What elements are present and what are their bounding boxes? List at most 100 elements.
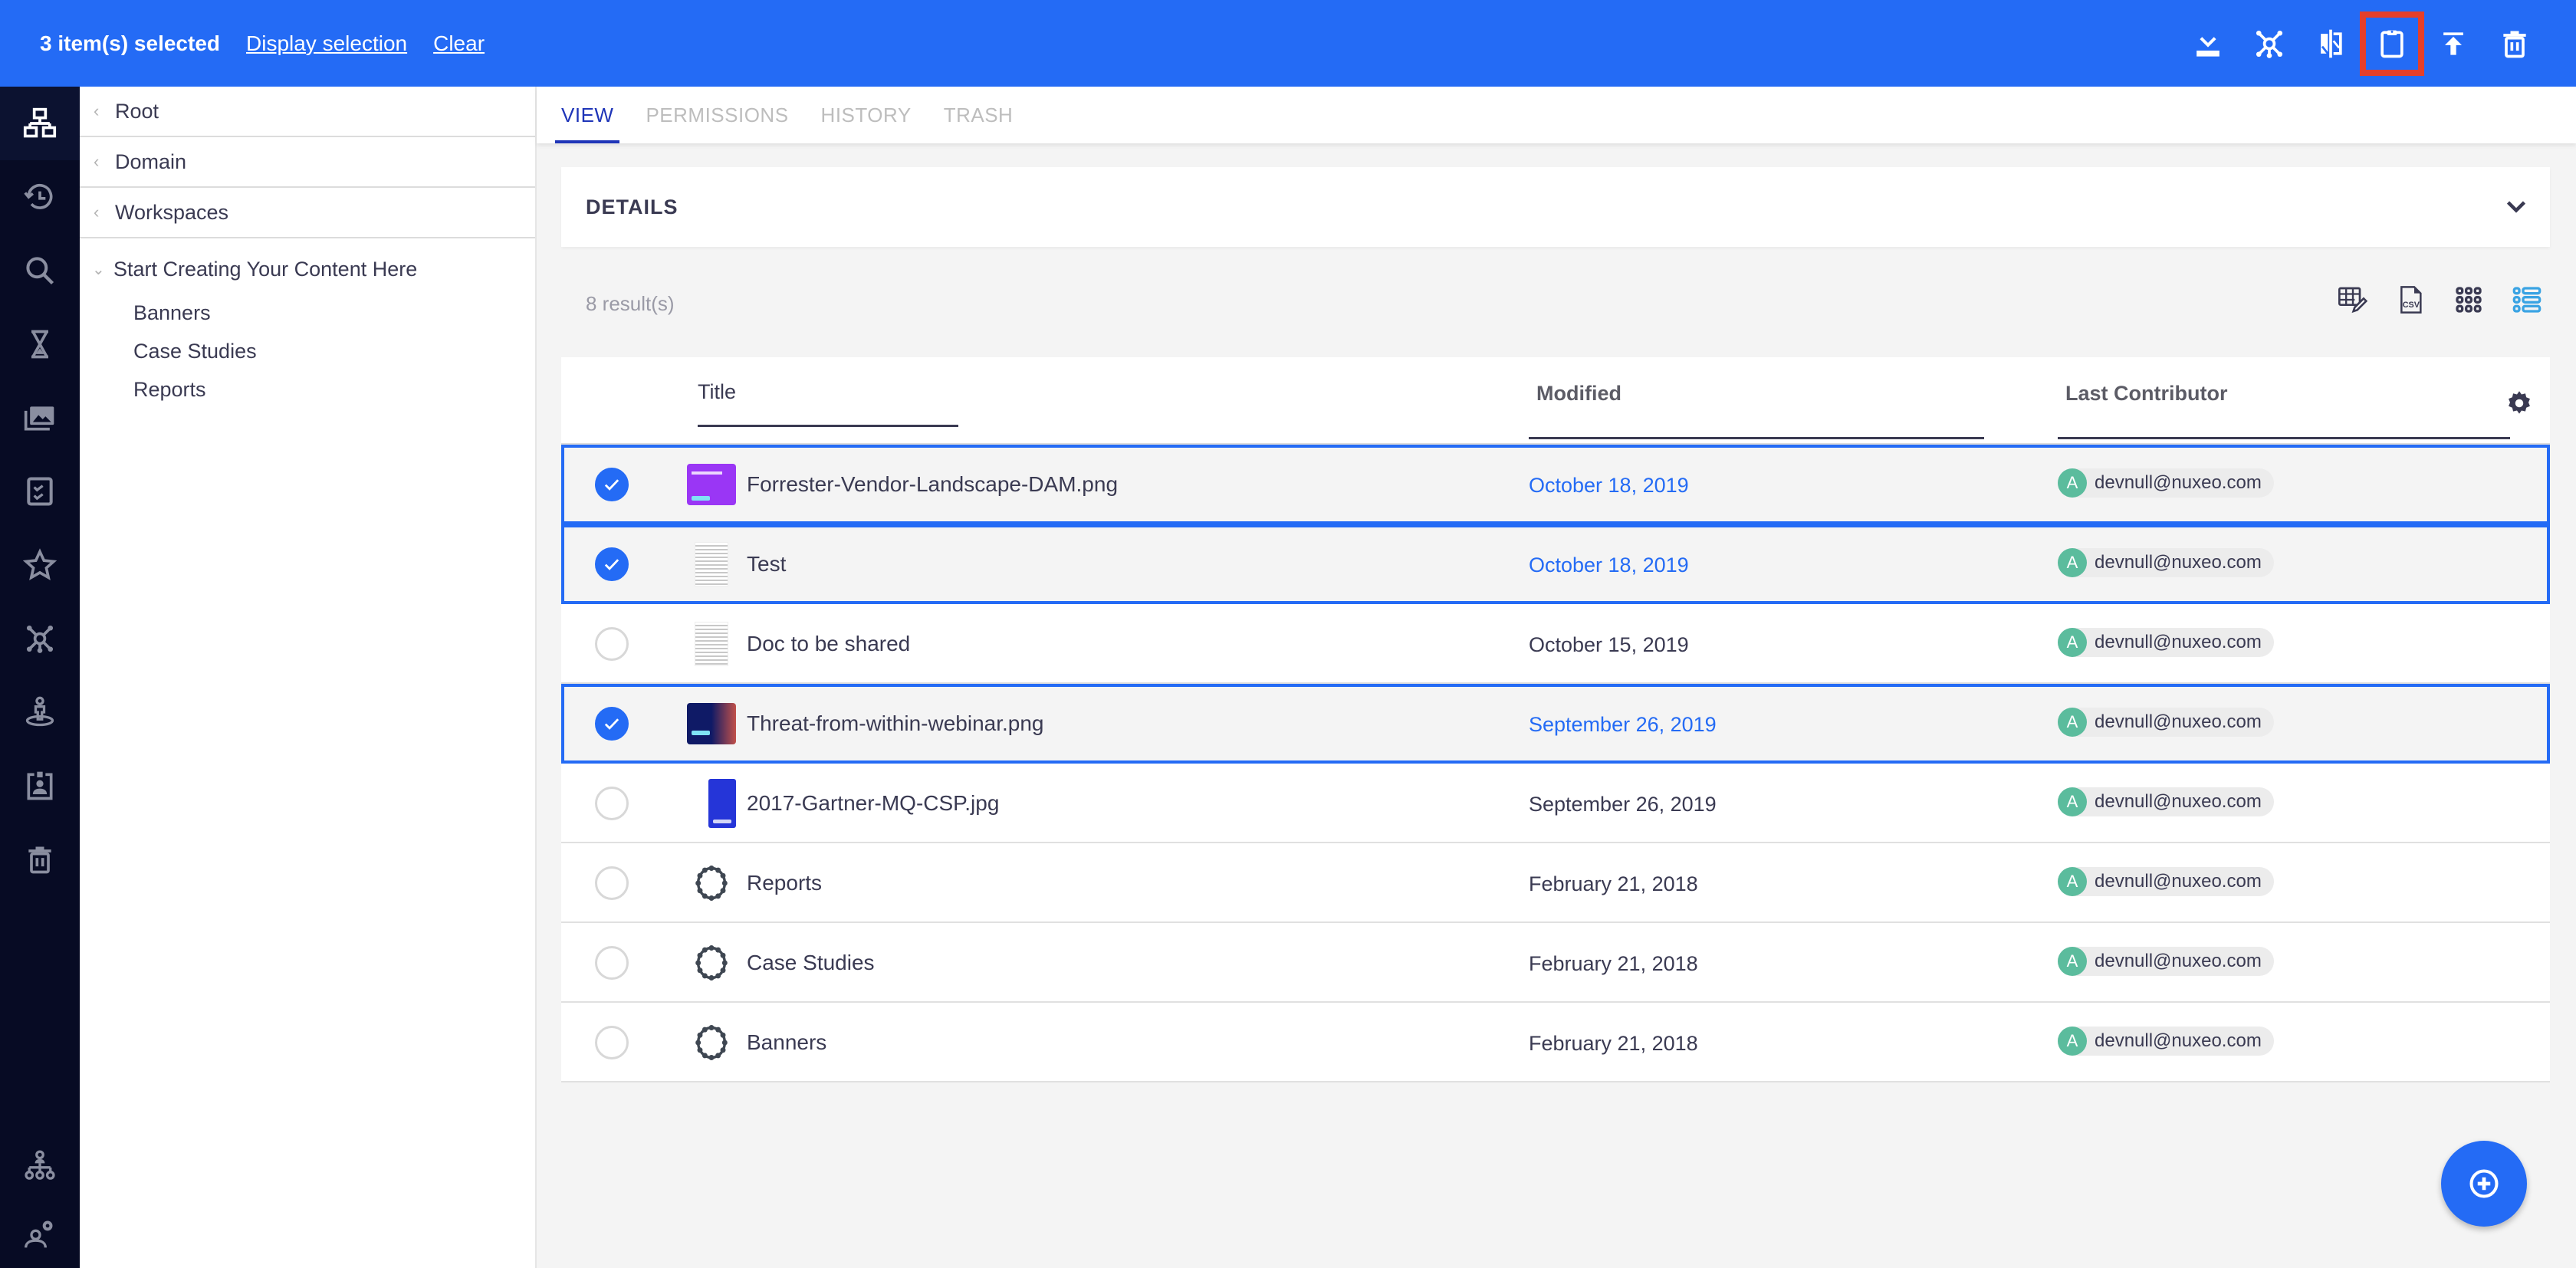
contributor-email: devnull@nuxeo.com [2095, 871, 2262, 892]
row-modified: September 26, 2019 [1529, 713, 1717, 736]
download-button[interactable] [2177, 13, 2239, 74]
column-header-last-contributor[interactable]: Last Contributor [2058, 382, 2510, 439]
display-selection-link[interactable]: Display selection [246, 31, 407, 56]
thumbnail-image [708, 779, 736, 828]
navigation-rail [0, 87, 80, 1268]
user-settings-icon [25, 1220, 53, 1248]
rail-user-settings[interactable] [0, 1197, 80, 1268]
tree-current-folder[interactable]: ⌄ Start Creating Your Content Here [80, 245, 535, 294]
table-row[interactable]: Threat-from-within-webinar.png September … [561, 684, 2550, 764]
move-to-top-button[interactable] [2423, 13, 2484, 74]
table-row[interactable]: 2017-Gartner-MQ-CSP.jpg September 26, 201… [561, 764, 2550, 843]
export-csv-button[interactable]: CSV [2381, 278, 2440, 321]
contributor-email: devnull@nuxeo.com [2095, 552, 2262, 573]
rail-clipboard[interactable] [0, 749, 80, 823]
avatar: A [2058, 947, 2087, 976]
row-title[interactable]: Case Studies [747, 951, 875, 975]
gear-icon[interactable] [2505, 389, 2533, 417]
tree-child-reports[interactable]: Reports [80, 370, 535, 409]
table-row[interactable]: Doc to be shared October 15, 2019 Adevnull… [561, 604, 2550, 684]
table-body: Forrester-Vendor-Landscape-DAM.png Octobe… [561, 445, 2550, 1082]
rail-search[interactable] [0, 234, 80, 307]
tab-view[interactable]: VIEW [555, 87, 620, 143]
personal-icon [25, 696, 54, 727]
results-table: Title Modified Last Contributor Forreste… [561, 357, 2550, 1082]
details-panel-toggle[interactable]: DETAILS [561, 167, 2550, 247]
row-select-checkbox[interactable] [595, 866, 629, 900]
avatar: A [2058, 628, 2087, 657]
check-icon [604, 479, 619, 491]
row-title[interactable]: Forrester-Vendor-Landscape-DAM.png [747, 472, 1118, 497]
table-row[interactable]: Reports February 21, 2018 Adevnull@nuxeo.c… [561, 843, 2550, 923]
tree-ancestor-root[interactable]: ‹ Root [80, 87, 535, 137]
row-select-checkbox[interactable] [595, 627, 629, 661]
row-title[interactable]: 2017-Gartner-MQ-CSP.jpg [747, 791, 999, 816]
contributor-chip[interactable]: Adevnull@nuxeo.com [2058, 947, 2274, 976]
tree-ancestor-workspaces[interactable]: ‹ Workspaces [80, 188, 535, 238]
row-select-checkbox[interactable] [595, 468, 629, 501]
contributor-chip[interactable]: Adevnull@nuxeo.com [2058, 708, 2274, 737]
avatar: A [2058, 1027, 2087, 1056]
contributor-chip[interactable]: Adevnull@nuxeo.com [2058, 1027, 2274, 1056]
compare-button[interactable] [2300, 13, 2361, 74]
rail-favorites[interactable] [0, 528, 80, 602]
row-title[interactable]: Reports [747, 871, 822, 895]
table-row[interactable]: Test October 18, 2019 Adevnull@nuxeo.com [561, 524, 2550, 604]
row-select-checkbox[interactable] [595, 707, 629, 741]
contributor-chip[interactable]: Adevnull@nuxeo.com [2058, 468, 2274, 498]
row-thumbnail [687, 621, 736, 667]
row-title[interactable]: Banners [747, 1030, 826, 1055]
rail-tasks[interactable] [0, 455, 80, 528]
contributor-chip[interactable]: Adevnull@nuxeo.com [2058, 787, 2274, 816]
grid-icon [2456, 287, 2482, 313]
row-select-checkbox[interactable] [595, 946, 629, 980]
add-to-collection-button[interactable] [2239, 13, 2300, 74]
column-header-title[interactable]: Title [698, 380, 958, 427]
tree-ancestor-domain[interactable]: ‹ Domain [80, 137, 535, 188]
row-title[interactable]: Threat-from-within-webinar.png [747, 711, 1044, 736]
rail-personal-workspace[interactable] [0, 675, 80, 749]
contributor-chip[interactable]: Adevnull@nuxeo.com [2058, 548, 2274, 577]
tab-history[interactable]: HISTORY [815, 87, 918, 143]
row-select-checkbox[interactable] [595, 1026, 629, 1059]
contributor-chip[interactable]: Adevnull@nuxeo.com [2058, 867, 2274, 896]
folder-tree: ‹ Root ‹ Domain ‹ Workspaces ⌄ Start Creatin… [80, 87, 537, 1268]
grid-view-button[interactable] [2440, 278, 2498, 321]
tab-permissions[interactable]: PERMISSIONS [639, 87, 794, 143]
avatar: A [2058, 867, 2087, 896]
contributor-chip[interactable]: Adevnull@nuxeo.com [2058, 628, 2274, 657]
row-select-checkbox[interactable] [595, 547, 629, 581]
check-icon [604, 559, 619, 570]
tree-child-case-studies[interactable]: Case Studies [80, 332, 535, 370]
create-document-button[interactable] [2441, 1141, 2527, 1227]
list-icon [2512, 287, 2542, 313]
list-view-button[interactable] [2498, 278, 2556, 321]
rail-assets[interactable] [0, 381, 80, 455]
results-count: 8 result(s) [586, 292, 675, 315]
column-modified-label: Modified [1536, 382, 1622, 405]
column-title-label: Title [698, 380, 737, 403]
table-row[interactable]: Banners February 21, 2018 Adevnull@nuxeo.c… [561, 1003, 2550, 1082]
add-circle-icon [2469, 1169, 2499, 1198]
row-select-checkbox[interactable] [595, 787, 629, 820]
add-to-clipboard-button[interactable] [2360, 11, 2424, 76]
table-row[interactable]: Forrester-Vendor-Landscape-DAM.png Octobe… [561, 445, 2550, 524]
title-filter-underline [698, 425, 958, 427]
rail-expired[interactable] [0, 307, 80, 381]
tree-ancestor-label: Root [115, 99, 159, 123]
rail-recently-viewed[interactable] [0, 160, 80, 234]
row-title[interactable]: Doc to be shared [747, 632, 910, 656]
rail-trash[interactable] [0, 823, 80, 896]
trash-icon [2503, 31, 2526, 57]
column-header-modified[interactable]: Modified [1529, 382, 1984, 439]
table-row[interactable]: Case Studies February 21, 2018 Adevnull@nu… [561, 923, 2550, 1003]
tab-trash[interactable]: TRASH [938, 87, 1020, 143]
rail-administration[interactable] [0, 1129, 80, 1203]
rail-collections[interactable] [0, 602, 80, 675]
edit-columns-button[interactable] [2323, 278, 2381, 321]
rail-browse[interactable] [0, 87, 80, 160]
clear-selection-link[interactable]: Clear [433, 31, 485, 56]
delete-button[interactable] [2484, 13, 2545, 74]
row-title[interactable]: Test [747, 552, 786, 577]
tree-child-banners[interactable]: Banners [80, 294, 535, 332]
